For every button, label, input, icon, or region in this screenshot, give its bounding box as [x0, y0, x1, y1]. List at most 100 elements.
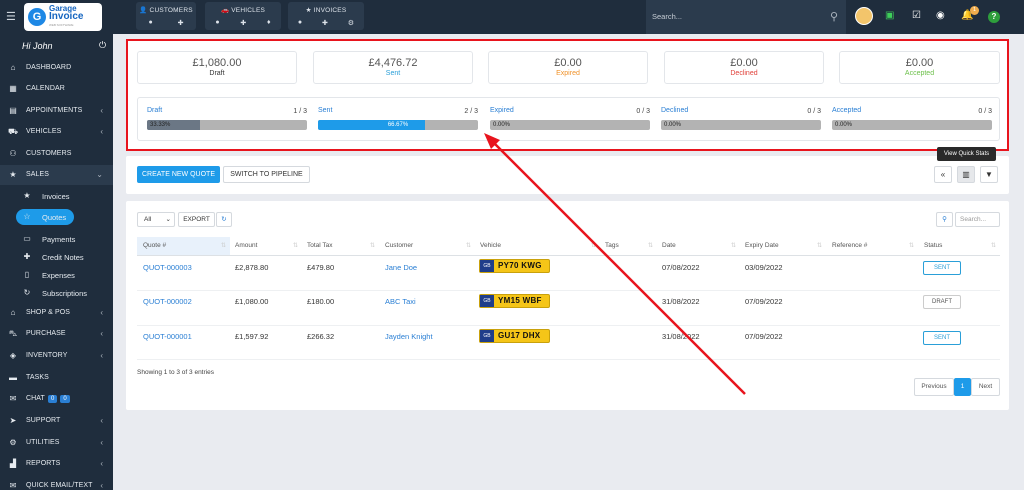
- logo-line2: Invoice: [49, 11, 84, 22]
- highlight-rectangle: [126, 39, 1009, 151]
- eye-icon[interactable]: ●: [298, 19, 302, 27]
- sidebar-sub-invoices[interactable]: ★ Invoices: [0, 188, 113, 204]
- customer-link[interactable]: ABC Taxi: [385, 297, 416, 306]
- sidebar-item-support[interactable]: ➤ SUPPORT ‹: [0, 411, 113, 431]
- help-icon[interactable]: ?: [988, 11, 1000, 23]
- column-header-label: Customer: [385, 242, 414, 249]
- collapse-icon[interactable]: «: [934, 166, 952, 183]
- sidebar-item-customers[interactable]: ⚇ CUSTOMERS: [0, 144, 113, 164]
- eye-icon[interactable]: ●: [215, 19, 219, 27]
- sidebar-item-utilities[interactable]: ⚙ UTILITIES ‹: [0, 433, 113, 453]
- sidebar-item-sales[interactable]: ★ SALES ⌄: [0, 165, 113, 185]
- sort-icon: ⇅: [465, 243, 471, 249]
- expiry-cell: 07/09/2022: [745, 297, 783, 306]
- vehicle-plate[interactable]: GB GU17 DHX: [479, 329, 550, 343]
- checklist-icon[interactable]: ☑: [912, 10, 921, 21]
- sidebar-sub-quotes[interactable]: ☆ Quotes: [0, 209, 113, 225]
- quote-number-link[interactable]: QUOT-000002: [143, 297, 192, 306]
- pagination-current[interactable]: 1: [954, 378, 971, 396]
- chat-badge: 0: [60, 395, 70, 403]
- sidebar-sub-subscriptions[interactable]: ↻ Subscriptions: [0, 285, 113, 301]
- avatar[interactable]: [855, 7, 873, 25]
- switch-pipeline-button[interactable]: SWITCH TO PIPELINE: [223, 166, 310, 183]
- sort-icon: ⇅: [730, 243, 736, 249]
- column-header-expiry[interactable]: Expiry Date ⇅: [740, 237, 826, 255]
- chevron-left-icon: ‹: [100, 459, 103, 468]
- quote-number-link[interactable]: QUOT-000001: [143, 332, 192, 341]
- star-icon: ★: [9, 170, 17, 179]
- pagination-previous[interactable]: Previous: [914, 378, 954, 396]
- sidebar-sub-label: Quotes: [42, 213, 67, 222]
- chevron-left-icon: ‹: [100, 329, 103, 338]
- top-bar: ☰ G Garage Invoice WEB SOFTWARE 👤 CUSTOM…: [0, 0, 1024, 34]
- chevron-down-icon: ⌄: [96, 170, 103, 179]
- column-header-tax[interactable]: Total Tax ⇅: [302, 237, 379, 255]
- row-divider: [137, 359, 1000, 360]
- bell-icon[interactable]: ♦: [267, 19, 271, 27]
- create-quote-button[interactable]: CREATE NEW QUOTE: [137, 166, 220, 183]
- table-search-input[interactable]: Search...: [955, 212, 1000, 227]
- sort-icon: ⇅: [647, 243, 653, 249]
- sidebar-item-purchase[interactable]: ⛍ PURCHASE ‹: [0, 324, 113, 344]
- refresh-icon[interactable]: ↻: [216, 212, 232, 227]
- column-header-vehicle[interactable]: Vehicle ⇅: [475, 237, 600, 255]
- sort-icon: ⇅: [590, 243, 596, 249]
- sidebar-item-chat[interactable]: ✉ CHAT 0 0: [0, 389, 113, 409]
- row-divider: [137, 325, 1000, 326]
- sidebar-item-reports[interactable]: ▟ REPORTS ‹: [0, 454, 113, 474]
- quote-number-link[interactable]: QUOT-000003: [143, 263, 192, 272]
- plus-icon[interactable]: ✚: [322, 19, 328, 27]
- column-header-label: Amount: [235, 242, 258, 249]
- column-header-reference[interactable]: Reference # ⇅: [826, 237, 918, 255]
- sidebar-item-inventory[interactable]: ◈ INVENTORY ‹: [0, 346, 113, 366]
- sidebar-item-label: TASKS: [26, 374, 49, 381]
- eye-icon[interactable]: ●: [148, 19, 152, 27]
- sidebar-item-shop-pos[interactable]: ⌂ SHOP & POS ‹: [0, 303, 113, 323]
- column-header-status[interactable]: Status ⇅: [918, 237, 1000, 255]
- clock-icon[interactable]: ◉: [936, 10, 945, 21]
- cogs-icon[interactable]: ⚙: [348, 19, 354, 27]
- filter-icon[interactable]: ▼: [980, 166, 998, 183]
- search-icon[interactable]: ⚲: [936, 212, 953, 227]
- customer-link[interactable]: Jayden Knight: [385, 332, 433, 341]
- status-badge[interactable]: DRAFT: [923, 295, 961, 309]
- sidebar-item-vehicles[interactable]: ⛟ VEHICLES ‹: [0, 122, 113, 142]
- pagination-next[interactable]: Next: [971, 378, 1000, 396]
- sidebar-item-appointments[interactable]: ▤ APPOINTMENTS ‹: [0, 101, 113, 121]
- stats-chart-icon[interactable]: ▥: [957, 166, 975, 183]
- hamburger-icon[interactable]: ☰: [6, 10, 16, 23]
- vehicle-plate[interactable]: GB YM15 WBF: [479, 294, 550, 308]
- customer-link[interactable]: Jane Doe: [385, 263, 417, 272]
- logo[interactable]: G Garage Invoice WEB SOFTWARE: [24, 3, 102, 31]
- sort-icon: ⇅: [990, 243, 996, 249]
- sidebar-item-calendar[interactable]: ▦ CALENDAR: [0, 79, 113, 99]
- status-badge[interactable]: SENT: [923, 331, 961, 345]
- sidebar-item-quick-email[interactable]: ✉ QUICK EMAIL/TEXT ‹: [0, 476, 113, 490]
- credit-card-icon: ▭: [23, 234, 31, 243]
- global-search[interactable]: Search... ⚲: [646, 0, 846, 34]
- status-badge[interactable]: SENT: [923, 261, 961, 275]
- plus-icon[interactable]: ✚: [240, 19, 246, 27]
- power-icon[interactable]: ⏻: [99, 40, 106, 51]
- sidebar-item-tasks[interactable]: ▬ TASKS: [0, 368, 113, 388]
- export-button[interactable]: EXPORT: [178, 212, 215, 227]
- sidebar-sub-payments[interactable]: ▭ Payments: [0, 231, 113, 247]
- column-header-amount[interactable]: Amount ⇅: [230, 237, 302, 255]
- column-header-date[interactable]: Date ⇅: [657, 237, 740, 255]
- search-icon[interactable]: ⚲: [830, 10, 838, 23]
- envelope-icon: ✉: [9, 481, 17, 490]
- sidebar-item-label: SHOP & POS: [26, 309, 71, 316]
- notification-badge: 1: [970, 6, 979, 15]
- length-select[interactable]: All ⌄: [137, 212, 175, 227]
- vehicle-plate[interactable]: GB PY70 KWG: [479, 259, 550, 273]
- sidebar-sub-expenses[interactable]: ▯ Expenses: [0, 267, 113, 283]
- cogs-icon: ⚙: [9, 438, 17, 447]
- column-header-customer[interactable]: Customer ⇅: [379, 237, 475, 255]
- message-icon[interactable]: ▣: [885, 10, 894, 21]
- sidebar-item-dashboard[interactable]: ⌂ DASHBOARD: [0, 58, 113, 78]
- sidebar-sub-credit-notes[interactable]: ✚ Credit Notes: [0, 249, 113, 265]
- column-header-tags[interactable]: Tags ⇅: [600, 237, 657, 255]
- plus-icon[interactable]: ✚: [178, 19, 184, 27]
- column-header-quote[interactable]: Quote # ⇅: [137, 237, 230, 255]
- column-header-label: Vehicle: [480, 242, 501, 249]
